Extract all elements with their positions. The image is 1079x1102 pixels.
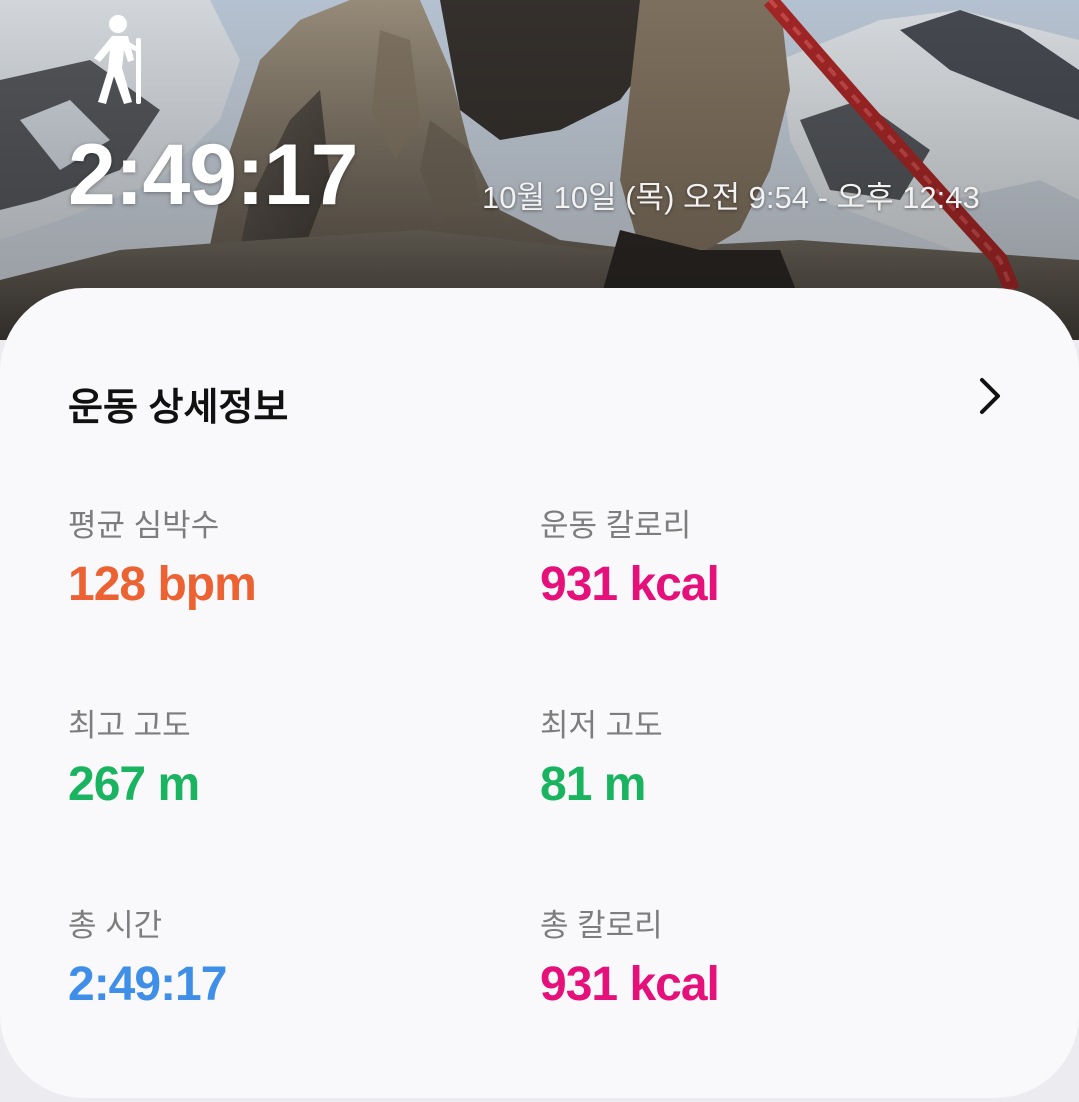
- workout-duration: 2:49:17: [68, 127, 358, 223]
- chevron-right-icon[interactable]: [976, 376, 1004, 416]
- stat-unit: kcal: [629, 558, 719, 611]
- stat-label: 운동 칼로리: [540, 508, 692, 543]
- workout-details-title: 운동 상세정보: [68, 387, 289, 429]
- stat-value: 267 m: [68, 761, 488, 809]
- stat-value: 128 bpm: [68, 561, 488, 609]
- stat-number: 267: [68, 758, 146, 811]
- stat-number: 81: [540, 758, 592, 811]
- stat-value: 81 m: [540, 761, 960, 809]
- stat-label: 총 시간: [68, 908, 163, 943]
- stat-value: 931 kcal: [540, 561, 960, 609]
- stat-workout-calories: 운동 칼로리 931 kcal: [540, 510, 960, 609]
- stat-value: 931 kcal: [540, 961, 960, 1009]
- stat-number: 128: [68, 558, 146, 611]
- stat-unit: bpm: [157, 558, 256, 611]
- stat-max-altitude: 최고 고도 267 m: [68, 710, 488, 809]
- workout-summary-screen: 2:49:17 10월 10일 (목) 오전 9:54 - 오후 12:43 운…: [0, 0, 1079, 1102]
- stat-min-altitude: 최저 고도 81 m: [540, 710, 960, 809]
- stat-avg-heart-rate: 평균 심박수 128 bpm: [68, 510, 488, 609]
- stat-number: 931: [540, 958, 618, 1011]
- stat-label: 평균 심박수: [68, 508, 220, 543]
- workout-time-range: 10월 10일 (목) 오전 9:54 - 오후 12:43: [482, 180, 980, 215]
- stat-label: 총 칼로리: [540, 908, 663, 943]
- workout-details-header[interactable]: 운동 상세정보: [0, 288, 1079, 508]
- stat-total-time: 총 시간 2:49:17: [68, 910, 488, 1009]
- stat-value: 2:49:17: [68, 961, 488, 1009]
- stat-total-calories: 총 칼로리 931 kcal: [540, 910, 960, 1009]
- stat-unit: m: [603, 758, 647, 811]
- stat-label: 최저 고도: [540, 708, 663, 743]
- stat-number: 931: [540, 558, 618, 611]
- stat-unit: m: [157, 758, 200, 811]
- stat-label: 최고 고도: [68, 708, 191, 743]
- hiking-person-icon: [94, 15, 141, 104]
- stat-number: 2:49:17: [68, 958, 227, 1011]
- workout-details-card: 운동 상세정보 평균 심박수 128 bpm 운동 칼로리 931 kcal 최…: [0, 288, 1079, 1098]
- stat-unit: kcal: [629, 958, 719, 1011]
